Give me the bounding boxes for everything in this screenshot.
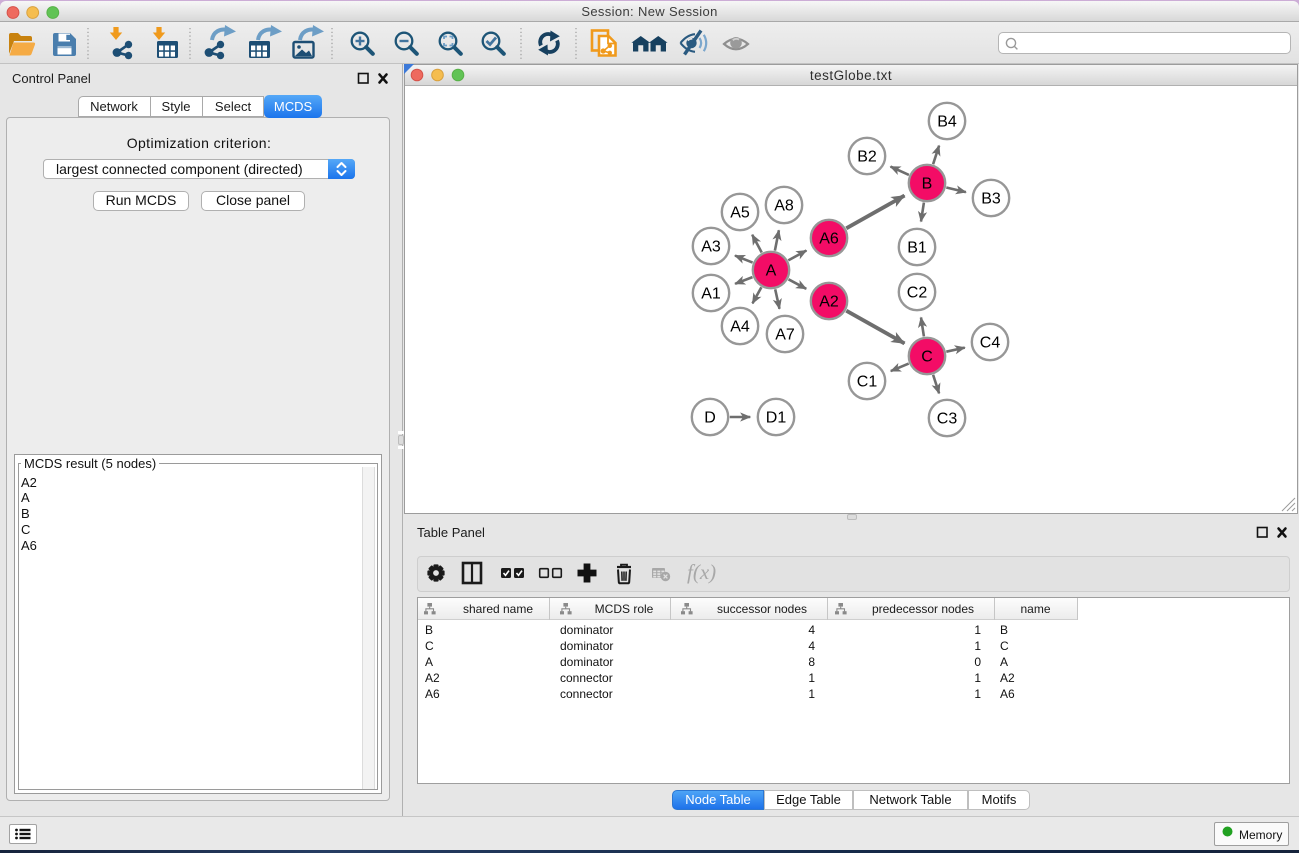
svg-text:C2: C2 <box>907 284 928 301</box>
svg-text:D: D <box>704 409 716 426</box>
svg-text:A2: A2 <box>819 293 839 310</box>
svg-text:A5: A5 <box>730 204 750 221</box>
svg-text:C: C <box>921 348 933 365</box>
svg-text:D1: D1 <box>766 409 787 426</box>
svg-text:C4: C4 <box>980 334 1001 351</box>
svg-text:C1: C1 <box>857 373 878 390</box>
svg-text:C3: C3 <box>937 410 958 427</box>
svg-text:B: B <box>922 175 933 192</box>
svg-text:B3: B3 <box>981 190 1001 207</box>
svg-text:A7: A7 <box>775 326 795 343</box>
svg-text:B1: B1 <box>907 239 927 256</box>
svg-text:A8: A8 <box>774 197 794 214</box>
svg-text:B4: B4 <box>937 113 957 130</box>
svg-text:A: A <box>766 262 777 279</box>
svg-text:A6: A6 <box>819 230 839 247</box>
svg-text:f(x): f(x) <box>687 560 716 584</box>
svg-text:A4: A4 <box>730 318 750 335</box>
svg-text:A3: A3 <box>701 238 721 255</box>
svg-text:A1: A1 <box>701 285 721 302</box>
svg-text:B2: B2 <box>857 148 877 165</box>
